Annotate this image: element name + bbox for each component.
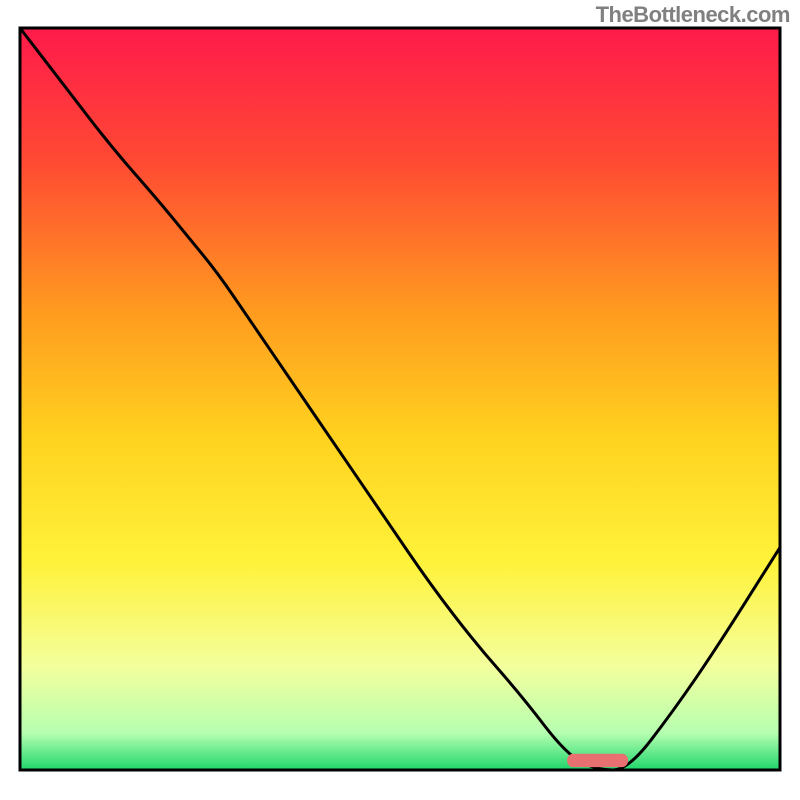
bottleneck-chart [0, 0, 800, 800]
watermark-text: TheBottleneck.com [596, 2, 790, 28]
chart-container: TheBottleneck.com [0, 0, 800, 800]
plot-area [20, 28, 780, 770]
optimum-marker [567, 754, 628, 767]
